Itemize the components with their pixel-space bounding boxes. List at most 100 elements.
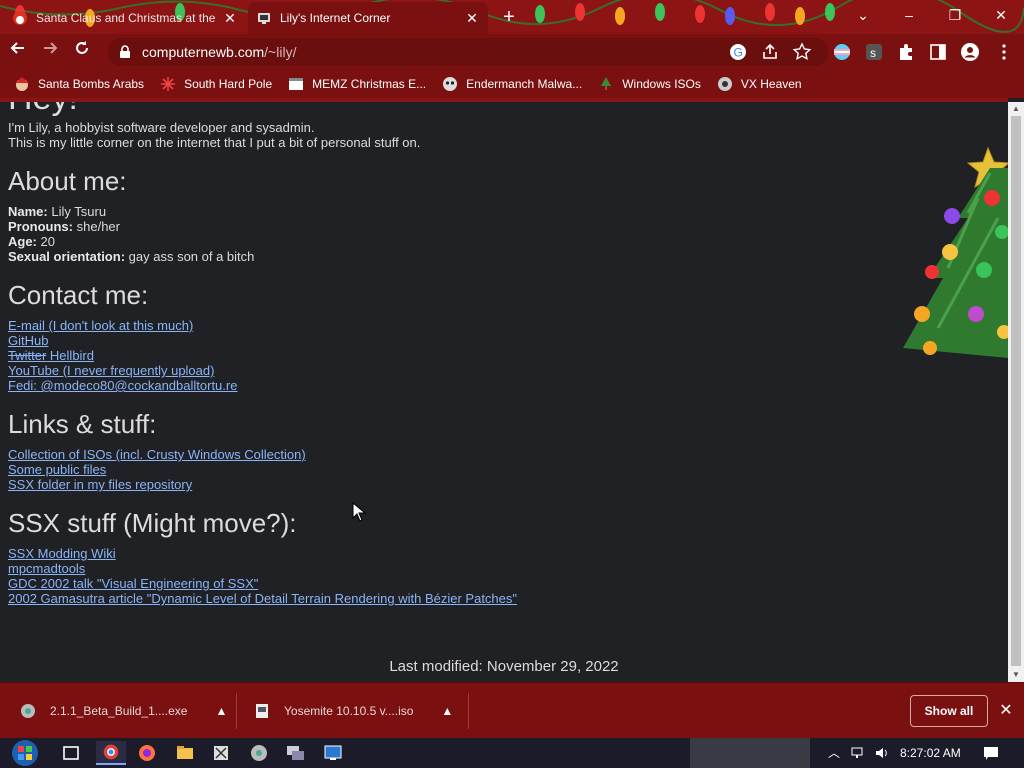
tray-chevron-up-icon[interactable]: ︿	[828, 744, 840, 761]
contact-list: E-mail (I don't look at this much) GitHu…	[8, 318, 517, 393]
bookmark-santa-bombs-arabs[interactable]: Santa Bombs Arabs	[14, 76, 144, 92]
public-files-link[interactable]: Some public files	[8, 462, 517, 477]
bookmark-vx-heaven[interactable]: VX Heaven	[717, 76, 802, 92]
taskbar-clock[interactable]: 8:27:02 AM	[900, 746, 961, 760]
windows-taskbar: ︿ 8:27:02 AM	[0, 738, 1024, 768]
scroll-up-icon[interactable]: ▲	[1008, 102, 1024, 116]
close-window-button[interactable]: ✕	[978, 0, 1024, 30]
ssx-heading: SSX stuff (Might move?):	[8, 508, 297, 538]
tab-santa-claus[interactable]: Santa Claus and Christmas at the ✕	[4, 2, 246, 34]
page-heading: Hey!	[8, 98, 78, 117]
back-button[interactable]	[4, 38, 32, 66]
firefox-taskbar-icon[interactable]	[132, 741, 162, 765]
ssx-folder-link[interactable]: SSX folder in my files repository	[8, 477, 517, 492]
download-filename: Yosemite 10.10.5 v....iso	[284, 704, 414, 718]
ssx-wiki-link[interactable]: SSX Modding Wiki	[8, 546, 517, 561]
close-shelf-icon[interactable]: ✕	[996, 701, 1016, 721]
reload-button[interactable]	[68, 38, 96, 66]
arrow-left-icon	[10, 42, 24, 54]
fedi-link[interactable]: Fedi: @modeco80@cockandballtortu.re	[8, 378, 517, 393]
download-separator	[468, 693, 469, 729]
side-panel-icon[interactable]	[928, 42, 948, 62]
twitter-hellbird-link[interactable]: Twitter Hellbird	[8, 348, 517, 363]
profile-avatar-icon[interactable]	[960, 42, 980, 62]
volume-icon[interactable]	[874, 745, 890, 761]
page-scrollbar[interactable]: ▲ ▼	[1008, 102, 1024, 682]
page-content: Hey! I'm Lily, a hobbyist software devel…	[8, 98, 517, 606]
about-name: Name: Lily Tsuru	[8, 204, 107, 219]
minimize-button[interactable]: –	[886, 0, 932, 30]
bookmark-endermanch-malware[interactable]: Endermanch Malwa...	[442, 76, 582, 92]
mpcmadtools-link[interactable]: mpcmadtools	[8, 561, 517, 576]
intro-text: I'm Lily, a hobbyist software developer …	[8, 120, 421, 150]
notifications-icon[interactable]	[982, 745, 1000, 761]
google-lens-icon[interactable]: G	[728, 42, 748, 62]
share-icon[interactable]	[760, 42, 780, 62]
mask-icon	[443, 77, 458, 91]
youtube-link[interactable]: YouTube (I never frequently upload)	[8, 363, 517, 378]
tab-close-icon[interactable]: ✕	[222, 10, 238, 26]
task-view-icon[interactable]	[56, 741, 86, 765]
restore-button[interactable]: ❐	[932, 0, 978, 30]
download-item[interactable]: 2.1.1_Beta_Build_1....exe ▲	[20, 683, 227, 739]
tab-title: Lily's Internet Corner	[280, 11, 391, 25]
tab-lilys-internet-corner[interactable]: Lily's Internet Corner ✕	[248, 2, 488, 34]
bookmark-windows-isos[interactable]: Windows ISOs	[598, 76, 701, 92]
network-icon[interactable]	[850, 745, 866, 761]
page-viewport: Hey! I'm Lily, a hobbyist software devel…	[0, 98, 1008, 682]
extensions-puzzle-icon[interactable]	[896, 42, 916, 62]
windows-start-icon[interactable]	[10, 739, 40, 767]
bookmark-star-icon[interactable]	[792, 42, 812, 62]
download-filename: 2.1.1_Beta_Build_1....exe	[50, 704, 188, 718]
download-item[interactable]: Yosemite 10.10.5 v....iso ▲	[254, 683, 453, 739]
network-app-taskbar-icon[interactable]	[280, 741, 310, 765]
browser-toolbar: computernewb.com/~lily/ G s	[0, 34, 1024, 70]
about-list: Name: Lily Tsuru Pronouns: she/her Age: …	[8, 204, 517, 264]
christmas-tree-icon	[903, 146, 1008, 358]
app-taskbar-icon[interactable]	[206, 741, 236, 765]
s-extension-icon[interactable]: s	[864, 42, 884, 62]
santa-favicon-icon	[13, 11, 27, 25]
about-orientation: Sexual orientation: gay ass son of a bit…	[8, 249, 255, 264]
about-heading: About me:	[8, 166, 127, 196]
scroll-down-icon[interactable]: ▼	[1008, 668, 1024, 682]
url-text: computernewb.com/~lily/	[142, 44, 297, 60]
file-explorer-icon[interactable]	[170, 741, 200, 765]
installer-taskbar-icon[interactable]	[244, 741, 274, 765]
santa-icon	[16, 77, 28, 91]
tab-title: Santa Claus and Christmas at the	[36, 11, 216, 25]
reload-icon	[76, 41, 88, 54]
lock-icon[interactable]	[118, 45, 132, 59]
bookmark-memz-christmas[interactable]: MEMZ Christmas E...	[288, 76, 426, 92]
chrome-taskbar-icon[interactable]	[96, 741, 126, 765]
gdc-talk-link[interactable]: GDC 2002 talk "Visual Engineering of SSX…	[8, 576, 517, 591]
tab-search-button[interactable]: ⌄	[840, 0, 886, 30]
contact-heading: Contact me:	[8, 280, 149, 310]
exe-file-icon	[21, 704, 35, 718]
remote-desktop-taskbar-icon[interactable]	[318, 741, 348, 765]
about-pronouns: Pronouns: she/her	[8, 219, 120, 234]
chevron-up-icon[interactable]: ▲	[441, 704, 453, 718]
download-separator	[236, 693, 237, 729]
last-modified-text: Last modified: November 29, 2022	[389, 658, 619, 675]
links-heading: Links & stuff:	[8, 409, 157, 439]
github-link[interactable]: GitHub	[8, 333, 517, 348]
bookmark-south-hard-pole[interactable]: South Hard Pole	[160, 76, 272, 92]
snowflake-icon	[161, 77, 176, 91]
chevron-up-icon[interactable]: ▲	[215, 704, 227, 718]
scrollbar-thumb[interactable]	[1011, 116, 1021, 666]
trans-flag-extension-icon[interactable]	[832, 42, 852, 62]
new-tab-button[interactable]: +	[498, 6, 520, 28]
tab-close-icon[interactable]: ✕	[464, 10, 480, 26]
gamasutra-article-link[interactable]: 2002 Gamasutra article "Dynamic Level of…	[8, 591, 517, 606]
arrow-right-icon	[44, 42, 58, 54]
forward-button[interactable]	[36, 38, 64, 66]
email-link[interactable]: E-mail (I don't look at this much)	[8, 318, 517, 333]
isos-collection-link[interactable]: Collection of ISOs (incl. Crusty Windows…	[8, 447, 517, 462]
show-all-downloads-button[interactable]: Show all	[910, 695, 988, 727]
address-bar[interactable]: computernewb.com/~lily/	[108, 38, 828, 66]
tree-icon	[601, 77, 612, 90]
about-age: Age: 20	[8, 234, 55, 249]
more-menu-icon[interactable]	[994, 42, 1014, 62]
window-icon	[289, 78, 304, 90]
